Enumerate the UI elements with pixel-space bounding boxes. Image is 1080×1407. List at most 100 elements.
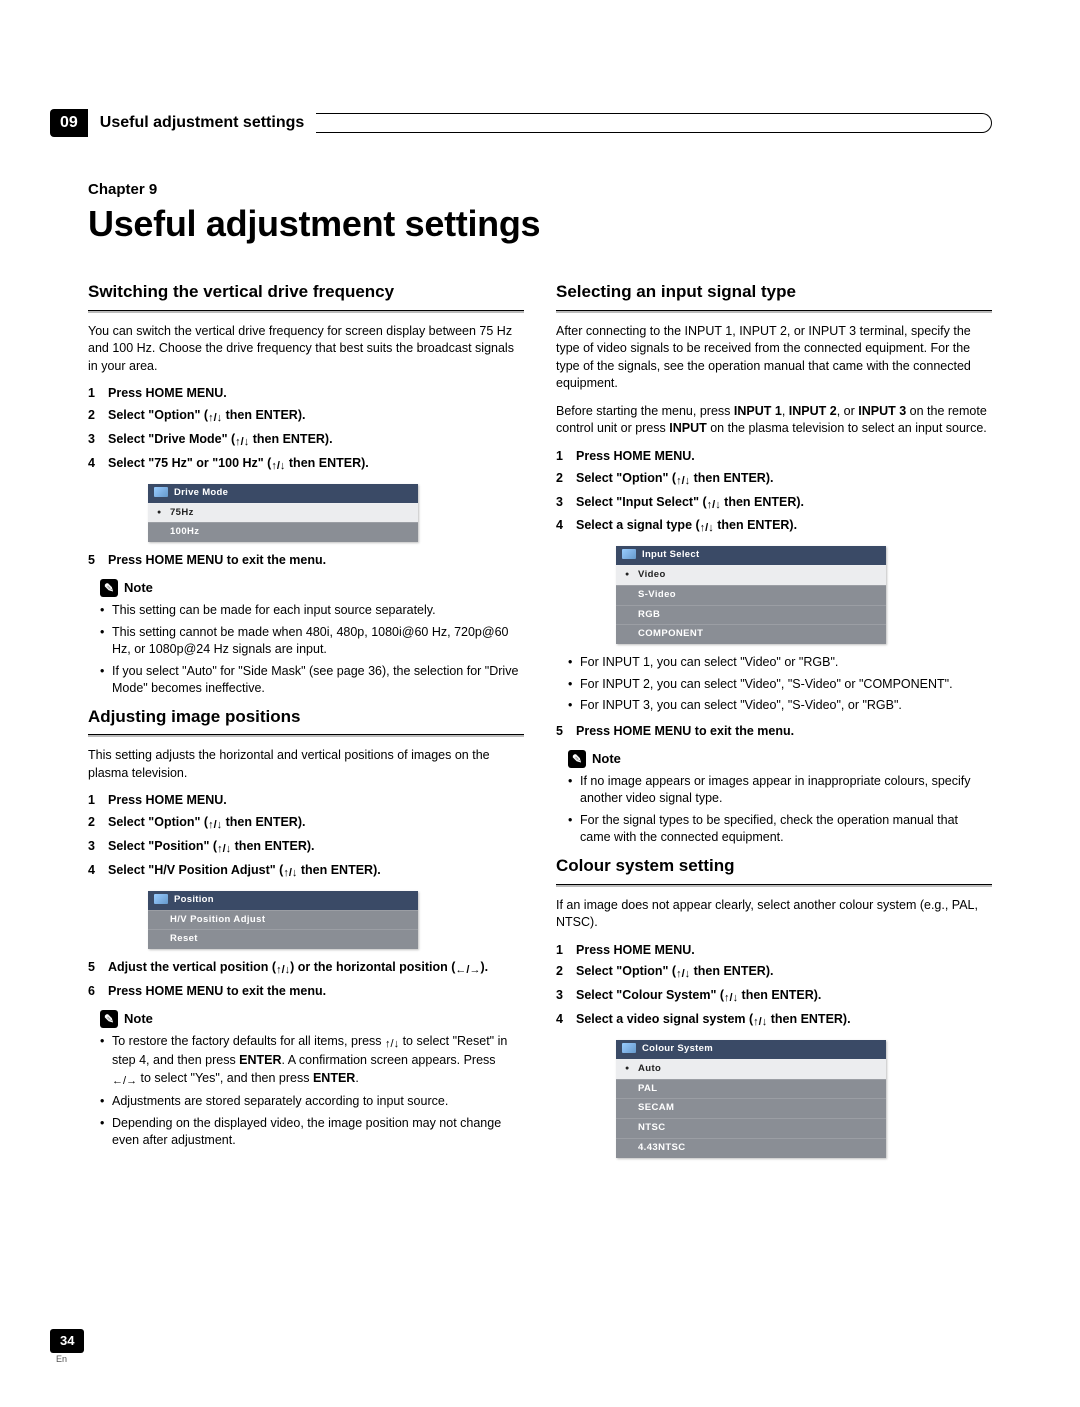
note-heading: ✎ Note [100, 579, 524, 597]
step-item: Select "Option" (↑/↓ then ENTER). [88, 407, 524, 426]
menu-row: NTSC [616, 1118, 886, 1138]
step-item: Select "Input Select" (↑/↓ then ENTER). [556, 494, 992, 513]
drive-steps-2: Press HOME MENU to exit the menu. [88, 552, 524, 569]
menu-row: COMPONENT [616, 624, 886, 644]
colour-system-menu: Colour SystemAutoPALSECAMNTSC4.43NTSC [616, 1040, 886, 1158]
step-item: Select "Option" (↑/↓ then ENTER). [88, 814, 524, 833]
section-intro: You can switch the vertical drive freque… [88, 323, 524, 376]
bullet-item: Depending on the displayed video, the im… [100, 1115, 524, 1150]
section-title-input: Selecting an input signal type [556, 281, 992, 304]
up-down-icon: ↑/↓ [707, 498, 721, 513]
bullet-item: To restore the factory defaults for all … [100, 1033, 524, 1089]
menu-row: PAL [616, 1079, 886, 1099]
section-intro-2: Before starting the menu, press INPUT 1,… [556, 403, 992, 438]
chapter-number-badge: 09 [50, 109, 88, 137]
page-title: Useful adjustment settings [88, 200, 992, 249]
step-item: Select "Option" (↑/↓ then ENTER). [556, 470, 992, 489]
step-item: Press HOME MENU. [556, 448, 992, 465]
step-item: Press HOME MENU. [88, 792, 524, 809]
chapter-pretitle: Chapter 9 [88, 180, 992, 200]
section-rule [88, 310, 524, 313]
position-menu: PositionH/V Position AdjustReset [148, 891, 418, 949]
step-item: Select a signal type (↑/↓ then ENTER). [556, 517, 992, 536]
drive-mode-menu: Drive Mode75Hz100Hz [148, 484, 418, 542]
note-heading: ✎ Note [100, 1010, 524, 1028]
input-select-menu: Input SelectVideoS-VideoRGBCOMPONENT [616, 546, 886, 644]
note-label: Note [124, 579, 153, 597]
bullet-item: If no image appears or images appear in … [568, 773, 992, 808]
menu-row: 4.43NTSC [616, 1138, 886, 1158]
step-item: Select "Colour System" (↑/↓ then ENTER). [556, 987, 992, 1006]
note-label: Note [592, 750, 621, 768]
page-number: 34 [50, 1329, 84, 1353]
menu-row: 100Hz [148, 522, 418, 542]
step-item: Press HOME MENU. [556, 942, 992, 959]
note-icon: ✎ [100, 579, 118, 597]
section-title-drive: Switching the vertical drive frequency [88, 281, 524, 304]
step-item: Select "Position" (↑/↓ then ENTER). [88, 838, 524, 857]
left-column: Switching the vertical drive frequency Y… [88, 273, 524, 1168]
step-item: Select "Drive Mode" (↑/↓ then ENTER). [88, 431, 524, 450]
step-item: Select a video signal system (↑/↓ then E… [556, 1011, 992, 1030]
step-item: Select "H/V Position Adjust" (↑/↓ then E… [88, 862, 524, 881]
colour-steps: Press HOME MENU. Select "Option" (↑/↓ the… [556, 942, 992, 1030]
up-down-icon: ↑/↓ [208, 818, 222, 833]
content-columns: Switching the vertical drive frequency Y… [88, 273, 992, 1168]
menu-title: Drive Mode [148, 484, 418, 503]
step-item: Select "Option" (↑/↓ then ENTER). [556, 963, 992, 982]
up-down-icon: ↑/↓ [753, 1015, 767, 1030]
bullet-item: This setting can be made for each input … [100, 602, 524, 620]
up-down-icon: ↑/↓ [271, 459, 285, 474]
step-item: Adjust the vertical position (↑/↓) or th… [88, 959, 524, 978]
note-icon: ✎ [568, 750, 586, 768]
menu-row: Video [616, 565, 886, 585]
step-item: Press HOME MENU. [88, 385, 524, 402]
chapter-heading: Chapter 9 Useful adjustment settings [88, 180, 992, 249]
section-intro: This setting adjusts the horizontal and … [88, 747, 524, 782]
note-label: Note [124, 1010, 153, 1028]
left-right-icon: ←/→ [112, 1074, 137, 1089]
up-down-icon: ↑/↓ [700, 521, 714, 536]
note-heading: ✎ Note [568, 750, 992, 768]
position-steps: Press HOME MENU. Select "Option" (↑/↓ the… [88, 792, 524, 880]
page-language: En [56, 1353, 84, 1365]
step-item: Press HOME MENU to exit the menu. [556, 723, 992, 740]
menu-row: S-Video [616, 585, 886, 605]
input-steps-2: Press HOME MENU to exit the menu. [556, 723, 992, 740]
up-down-icon: ↑/↓ [208, 411, 222, 426]
position-steps-2: Adjust the vertical position (↑/↓) or th… [88, 959, 524, 1000]
drive-notes: This setting can be made for each input … [88, 602, 524, 698]
menu-row: RGB [616, 605, 886, 625]
right-column: Selecting an input signal type After con… [556, 273, 992, 1168]
up-down-icon: ↑/↓ [283, 866, 297, 881]
bullet-item: If you select "Auto" for "Side Mask" (se… [100, 663, 524, 698]
note-icon: ✎ [100, 1010, 118, 1028]
bullet-item: For the signal types to be specified, ch… [568, 812, 992, 847]
chapter-bar-title: Useful adjustment settings [88, 110, 316, 136]
menu-row: Reset [148, 929, 418, 949]
up-down-icon: ↑/↓ [385, 1037, 399, 1052]
left-right-icon: ←/→ [455, 963, 480, 978]
section-rule [556, 884, 992, 887]
section-intro: After connecting to the INPUT 1, INPUT 2… [556, 323, 992, 393]
menu-row: SECAM [616, 1098, 886, 1118]
position-notes: To restore the factory defaults for all … [88, 1033, 524, 1150]
section-intro: If an image does not appear clearly, sel… [556, 897, 992, 932]
input-notes: If no image appears or images appear in … [556, 773, 992, 847]
bullet-item: For INPUT 3, you can select "Video", "S-… [568, 697, 992, 715]
up-down-icon: ↑/↓ [217, 842, 231, 857]
up-down-icon: ↑/↓ [235, 435, 249, 450]
bullet-item: For INPUT 2, you can select "Video", "S-… [568, 676, 992, 694]
page-footer: 34 En [50, 1329, 84, 1365]
section-title-position: Adjusting image positions [88, 706, 524, 729]
menu-title: Input Select [616, 546, 886, 565]
menu-row: H/V Position Adjust [148, 910, 418, 930]
input-steps: Press HOME MENU. Select "Option" (↑/↓ the… [556, 448, 992, 536]
up-down-icon: ↑/↓ [276, 963, 290, 978]
menu-row: Auto [616, 1059, 886, 1079]
section-rule [88, 734, 524, 737]
menu-row: 75Hz [148, 503, 418, 523]
section-rule [556, 310, 992, 313]
up-down-icon: ↑/↓ [676, 967, 690, 982]
bullet-item: Adjustments are stored separately accord… [100, 1093, 524, 1111]
